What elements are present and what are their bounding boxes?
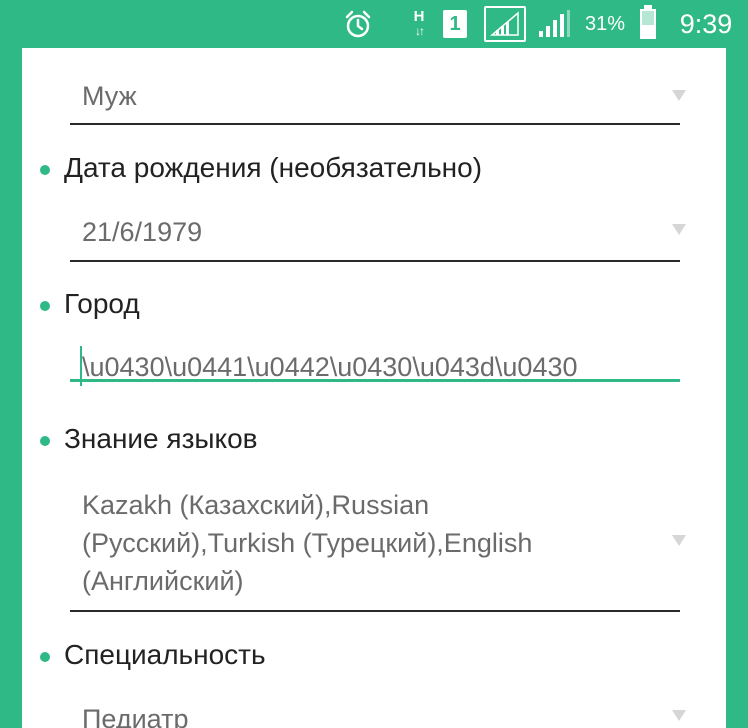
specialty-select[interactable]: Педиатр bbox=[82, 700, 188, 728]
status-bar: H ↓↑ 1 31% 9:39 bbox=[0, 0, 748, 48]
bullet-dot-icon bbox=[40, 652, 50, 662]
sim-slot: 1 bbox=[443, 10, 467, 38]
languages-label: Знание языков bbox=[64, 423, 258, 454]
dropdown-arrow-icon[interactable] bbox=[672, 535, 686, 546]
gender-underline bbox=[70, 123, 680, 125]
bullet-dot-icon bbox=[40, 436, 50, 446]
birth-date-underline bbox=[70, 260, 680, 262]
city-underline bbox=[70, 379, 680, 382]
dropdown-arrow-icon[interactable] bbox=[672, 90, 686, 101]
languages-select[interactable]: Kazakh (Казахский),Russian (Русский),Tur… bbox=[82, 486, 642, 600]
specialty-label: Специальность bbox=[64, 639, 266, 670]
city-label: Город bbox=[64, 288, 140, 319]
birth-date-select[interactable]: 21/6/1979 bbox=[82, 213, 202, 251]
dropdown-arrow-icon[interactable] bbox=[672, 710, 686, 721]
gender-select[interactable]: Муж bbox=[82, 77, 137, 115]
signal-icon bbox=[482, 0, 528, 48]
languages-underline bbox=[70, 610, 680, 612]
bullet-dot-icon bbox=[40, 165, 50, 175]
sim1-icon: 1 bbox=[440, 0, 470, 48]
network-type: H bbox=[413, 8, 425, 25]
battery-percent: 31% bbox=[584, 12, 626, 35]
bullet-dot-icon bbox=[40, 301, 50, 311]
dropdown-arrow-icon[interactable] bbox=[672, 224, 686, 235]
battery-icon bbox=[634, 0, 662, 48]
profile-form: Муж Дата рождения (необязательно) 21/6/1… bbox=[22, 48, 726, 728]
signal-icon bbox=[534, 0, 574, 48]
birth-date-label: Дата рождения (необязательно) bbox=[64, 152, 483, 183]
alarm-icon bbox=[340, 0, 376, 48]
hspa-icon: H ↓↑ bbox=[413, 8, 425, 38]
clock-time: 9:39 bbox=[679, 8, 733, 39]
